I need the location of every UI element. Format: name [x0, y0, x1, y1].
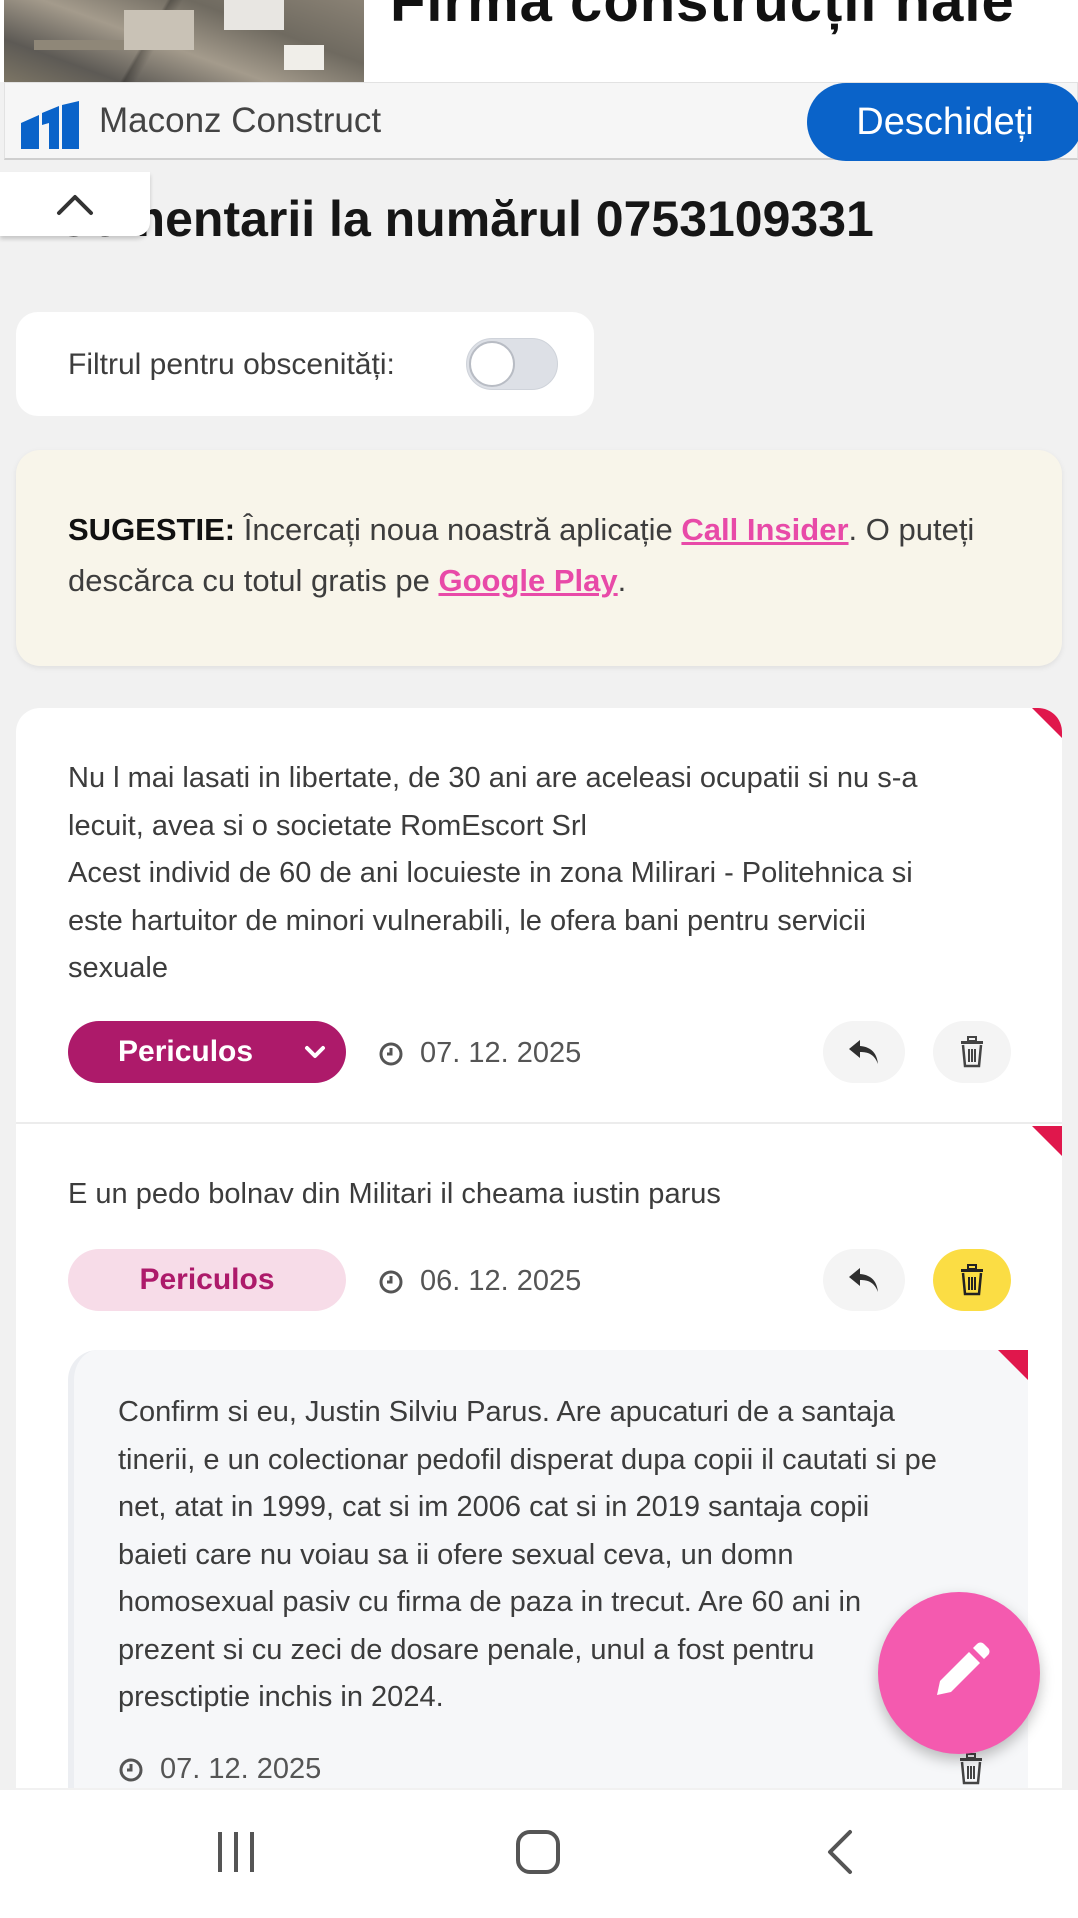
comment-text: E un pedo bolnav din Militari il cheama … — [68, 1171, 1028, 1219]
comment-line: sexuale — [68, 952, 168, 984]
ad-image[interactable] — [4, 0, 364, 82]
back-icon[interactable] — [822, 1828, 858, 1876]
chevron-up-icon — [57, 195, 93, 215]
page-title: Comentarii la numărul 0753109331 — [54, 191, 874, 247]
clock-icon — [379, 1042, 403, 1065]
rating-label: Periculos — [118, 1035, 254, 1068]
ad-open-button[interactable]: Deschideți — [807, 83, 1078, 161]
reply-line: baieti care nu voiau sa ii ofere sexual … — [118, 1538, 794, 1571]
home-icon[interactable] — [514, 1828, 562, 1876]
comment-line: Nu l mai lasati in libertate, de 30 ani … — [68, 762, 918, 794]
comment-line: E un pedo bolnav din Militari il cheama … — [68, 1178, 721, 1210]
collapse-ad-button[interactable] — [0, 172, 150, 236]
reply-button[interactable] — [823, 1249, 905, 1311]
suggestion-text-1: Încercați noua noastră aplicație — [235, 512, 682, 547]
comment-line: lecuit, avea si o societate RomEscort Sr… — [68, 809, 587, 842]
date-text: 07. 12. 2025 — [420, 1037, 582, 1069]
reply-button[interactable] — [823, 1021, 905, 1083]
rating-label: Periculos — [139, 1263, 275, 1296]
report-flag-icon[interactable] — [998, 1350, 1028, 1380]
comment-text: Nu l mai lasati in libertate, de 30 ani … — [68, 755, 1028, 993]
suggestion-text: SUGESTIE: Încercați noua noastră aplicaț… — [68, 504, 1028, 606]
ad-banner[interactable]: Firma construcții hale — [0, 0, 1078, 82]
obscenity-filter-toggle[interactable] — [466, 338, 558, 390]
reply-line: homosexual pasiv cu firma de paza in tre… — [118, 1586, 862, 1618]
maconz-logo-icon — [21, 101, 79, 149]
reply-icon — [849, 1040, 878, 1064]
report-flag-icon[interactable] — [1032, 1126, 1062, 1156]
chevron-down-icon — [305, 1046, 325, 1058]
reply-icon — [849, 1268, 878, 1292]
date-text: 06. 12. 2025 — [420, 1265, 582, 1297]
recent-apps-icon[interactable] — [214, 1828, 258, 1876]
add-comment-button[interactable] — [878, 1592, 1040, 1754]
clock-icon — [379, 1270, 403, 1293]
reply-line: tinerii, e un colectionar pedofil disper… — [118, 1443, 937, 1476]
reply-comment: Confirm si eu, Justin Silviu Parus. Are … — [68, 1350, 1028, 1788]
ad-headline[interactable]: Firma construcții hale — [390, 0, 1015, 35]
suggestion-text-3: . — [617, 563, 627, 598]
delete-button[interactable] — [933, 1021, 1011, 1083]
comment-date: 06. 12. 2025 — [378, 1265, 581, 1298]
system-navigation-bar — [0, 1790, 1078, 1918]
reply-date: 07. 12. 2025 — [118, 1753, 321, 1786]
delete-button[interactable] — [933, 1249, 1011, 1311]
rating-dropdown[interactable]: Periculos — [68, 1021, 346, 1083]
suggestion-card: SUGESTIE: Încercați noua noastră aplicaț… — [16, 450, 1062, 666]
ad-bar[interactable]: Maconz Construct Deschideți — [4, 82, 1078, 161]
trash-icon — [960, 1753, 982, 1785]
report-flag-icon[interactable] — [1032, 708, 1062, 738]
reply-line: net, atat in 1999, cat si im 2006 cat si… — [118, 1491, 870, 1523]
comment-line: este hartuitor de minori vulnerabili, le… — [68, 904, 866, 937]
pencil-icon — [937, 1642, 990, 1695]
trash-icon — [961, 1264, 983, 1296]
obscenity-filter-card: Filtrul pentru obscenități: — [16, 312, 594, 416]
call-insider-link[interactable]: Call Insider — [681, 512, 848, 547]
google-play-link[interactable]: Google Play — [438, 563, 617, 598]
toggle-knob — [469, 341, 515, 387]
comment-divider — [16, 1122, 1062, 1124]
trash-icon — [961, 1036, 983, 1068]
reply-line: Confirm si eu, Justin Silviu Parus. Are … — [118, 1396, 895, 1428]
filter-label: Filtrul pentru obscenități: — [68, 348, 395, 381]
comment-date: 07. 12. 2025 — [378, 1037, 581, 1070]
comment-line: Acest individ de 60 de ani locuieste in … — [68, 857, 913, 889]
clock-icon — [119, 1758, 143, 1781]
rating-badge[interactable]: Periculos — [68, 1249, 346, 1311]
suggestion-label: SUGESTIE: — [68, 512, 236, 547]
date-text: 07. 12. 2025 — [160, 1753, 322, 1785]
ad-brand-name: Maconz Construct — [99, 101, 382, 140]
